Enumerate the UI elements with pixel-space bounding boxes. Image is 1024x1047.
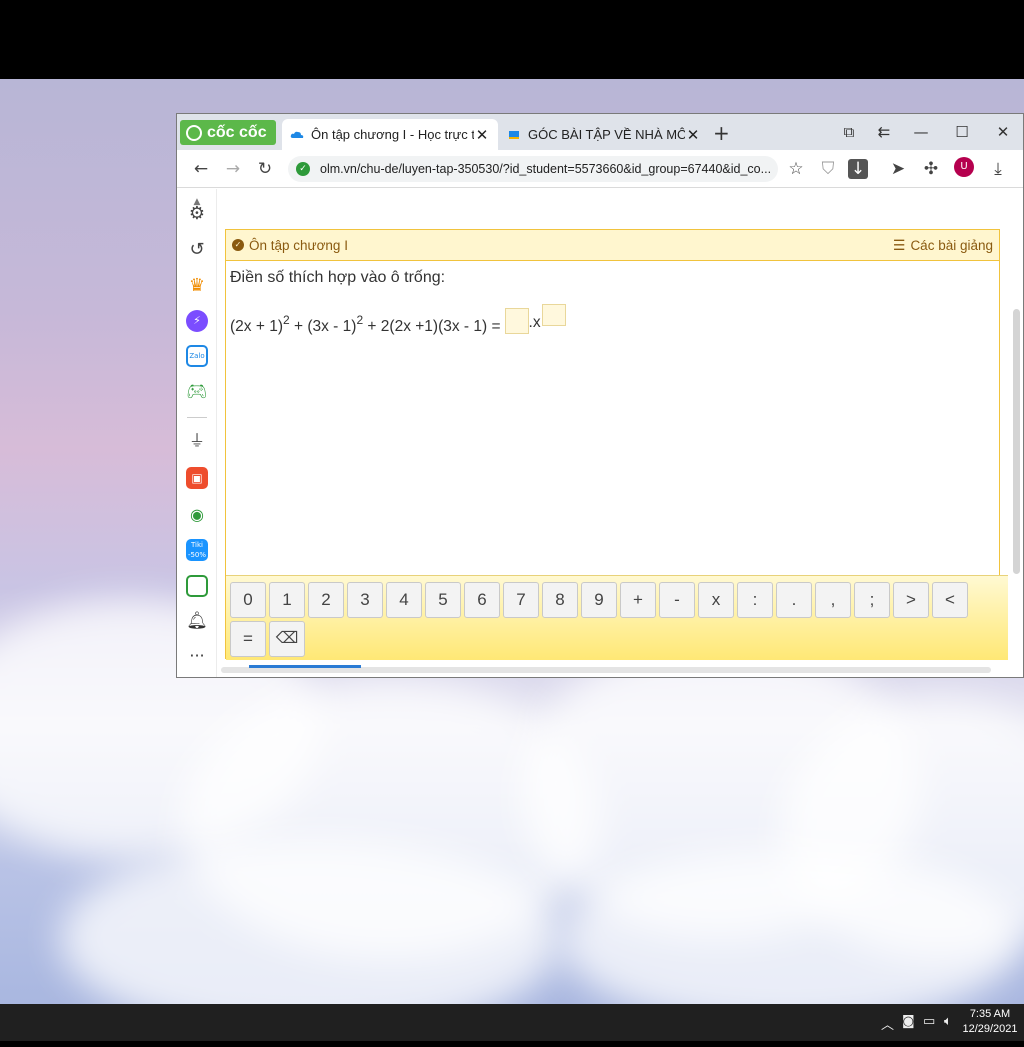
discord-icon[interactable]: ◙ [902,1014,915,1029]
volume-icon[interactable]: 🔈︎ [944,1014,952,1029]
browser-window: cốc cốc Ôn tập chương I - Học trực tuyến… [176,113,1024,678]
tab-bar: cốc cốc Ôn tập chương I - Học trực tuyến… [177,114,1023,150]
equation: (2x + 1)2 + (3x - 1)2 + 2(2x +1)(3x - 1)… [230,304,566,336]
key-8[interactable]: 8 [542,582,578,618]
network-icon[interactable]: ▭ [923,1014,935,1029]
tiki-icon[interactable]: Tiki -50% [186,539,208,561]
crown-icon[interactable]: ♛ [186,275,208,297]
chevron-up-icon[interactable]: ︿ [881,1014,894,1033]
clock-date: 12/29/2021 [962,1023,1018,1035]
progress-bar [249,665,361,668]
download-video-icon[interactable]: ↓ [848,159,868,179]
close-tab-icon[interactable]: ✕ [474,126,490,144]
profile-avatar[interactable]: U [954,157,974,177]
shield-icon[interactable]: ⛉ [816,158,840,180]
cloud-favicon-icon [290,131,304,138]
tab-title: Ôn tập chương I - Học trực tuyến [311,127,474,142]
url-text[interactable]: olm.vn/chu-de/luyen-tap-350530/?id_stude… [320,162,771,176]
key-minus[interactable]: - [659,582,695,618]
lessons-link[interactable]: ☰ Các bài giảng [893,237,993,254]
coccoc-logo[interactable]: cốc cốc [180,120,276,145]
sort-icon[interactable]: ⏚ [186,430,208,452]
lesson-title: Ôn tập chương I [249,237,348,253]
key-equals[interactable]: = [230,621,266,657]
key-2[interactable]: 2 [308,582,344,618]
check-circle-icon: ✓ [232,239,244,251]
address-bar[interactable]: ✓ olm.vn/chu-de/luyen-tap-350530/?id_stu… [288,156,778,182]
browser-sidebar: ▲ ⚙ ↺ ♛ ⚡ Zalo 🎮︎ ⏚ ▣ ◉ Tiki -50% 🔔︎ ··· [177,189,217,677]
navigation-toolbar: ← → ↻ ✓ olm.vn/chu-de/luyen-tap-350530/?… [177,150,1023,188]
reload-icon[interactable]: ↻ [253,158,277,180]
back-arrow-icon[interactable]: ← [189,158,213,180]
book-favicon-icon [509,130,519,139]
math-keypad: 0 1 2 3 4 5 6 7 8 9 + - x : . , ; > < = … [226,575,1008,660]
maps-icon[interactable]: ◉ [186,504,208,526]
coccoc-logo-icon [186,124,202,141]
lessons-link-label: Các bài giảng [910,237,993,253]
key-5[interactable]: 5 [425,582,461,618]
tab-title: GÓC BÀI TẬP VỀ NHÀ MÔN [528,127,685,142]
key-4[interactable]: 4 [386,582,422,618]
backspace-key[interactable]: ⌫ [269,621,305,657]
key-dot[interactable]: . [776,582,812,618]
more-dots-icon[interactable]: ··· [186,645,208,667]
forward-arrow-icon[interactable]: → [221,158,245,180]
gamepad-icon[interactable]: 🎮︎ [186,381,208,403]
maximize-button[interactable]: ☐ [947,120,977,144]
key-9[interactable]: 9 [581,582,617,618]
key-less[interactable]: < [932,582,968,618]
key-1[interactable]: 1 [269,582,305,618]
notification-bell-icon[interactable]: 🔔︎ [186,610,208,632]
messenger-icon[interactable]: ⚡ [186,310,208,332]
key-6[interactable]: 6 [464,582,500,618]
shopee-icon[interactable]: ▣ [186,467,208,489]
secure-lock-icon: ✓ [296,162,310,176]
answer-input-coefficient[interactable] [504,308,529,334]
close-window-button[interactable]: ✕ [988,120,1018,144]
brand-label: cốc cốc [207,124,267,141]
key-7[interactable]: 7 [503,582,539,618]
system-clock[interactable]: 7:35 AM 12/29/2021 [960,1007,1020,1037]
back-arrows-icon[interactable]: ⇇ [869,120,899,144]
answer-input-exponent[interactable] [541,304,566,326]
windows-taskbar: ︿ ◙ ▭ 🔈︎ 7:35 AM 12/29/2021 [0,1004,1024,1041]
key-greater[interactable]: > [893,582,929,618]
tab-goc-bai-tap[interactable]: GÓC BÀI TẬP VỀ NHÀ MÔN ✕ [499,119,709,150]
menu-bars-icon: ☰ [892,236,906,253]
tab-on-tap-chuong-1[interactable]: Ôn tập chương I - Học trực tuyến ✕ [282,119,498,150]
extensions-puzzle-icon[interactable]: ✣ [919,158,943,180]
equation-term: (2x + 1)2 + (3x - 1)2 + 2(2x +1)(3x - 1)… [230,313,501,336]
close-tab-icon[interactable]: ✕ [685,126,701,144]
key-0[interactable]: 0 [230,582,266,618]
key-3[interactable]: 3 [347,582,383,618]
instruction-text: Điền số thích hợp vào ô trống: [230,269,446,286]
bookmark-star-icon[interactable]: ☆ [784,158,808,180]
history-icon[interactable]: ↺ [186,239,208,261]
cursor-icon[interactable]: ➤ [886,158,910,180]
key-colon[interactable]: : [737,582,773,618]
vertical-scrollbar[interactable] [1013,309,1020,574]
search-tabs-icon[interactable]: ⧉ [834,120,864,144]
key-multiply[interactable]: x [698,582,734,618]
spreadsheet-icon[interactable] [186,575,208,597]
new-tab-button[interactable]: + [713,122,730,144]
card-header: ✓ Ôn tập chương I ☰ Các bài giảng [225,229,1000,261]
equation-variable: .x [528,314,541,331]
sidebar-divider [187,417,207,418]
clock-time: 7:35 AM [969,1008,1011,1020]
zalo-icon[interactable]: Zalo [186,345,208,367]
downloads-icon[interactable]: ⤓ [986,158,1010,180]
key-plus[interactable]: + [620,582,656,618]
key-comma[interactable]: , [815,582,851,618]
key-semicolon[interactable]: ; [854,582,890,618]
horizontal-scrollbar[interactable] [221,665,991,673]
gear-icon[interactable]: ⚙ [186,203,208,225]
minimize-button[interactable]: — [906,120,936,144]
